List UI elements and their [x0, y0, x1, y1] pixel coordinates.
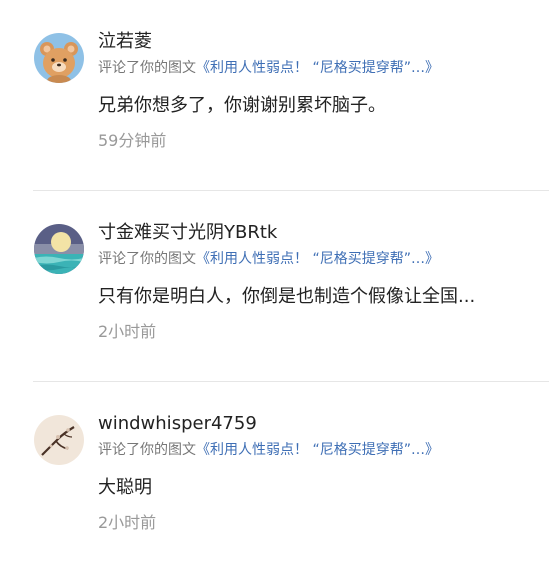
- article-link[interactable]: 《利用人性弱点！ “尼格买提穿帮”…》: [196, 251, 439, 267]
- notification-item[interactable]: 泣若菱 评论了你的图文《利用人性弱点！ “尼格买提穿帮”…》 兄弟你想多了，你谢…: [0, 0, 549, 191]
- activity-meta: 评论了你的图文《利用人性弱点！ “尼格买提穿帮”…》: [98, 249, 439, 269]
- timestamp: 2小时前: [98, 513, 157, 532]
- article-title: 利用人性弱点！ “尼格买提穿帮”…: [210, 60, 425, 76]
- article-link[interactable]: 《利用人性弱点！ “尼格买提穿帮”…》: [196, 442, 439, 458]
- comment-text[interactable]: 只有你是明白人，你倒是也制造个假像让全国...: [98, 284, 475, 310]
- notification-item[interactable]: 寸金难买寸光阴YBRtk 评论了你的图文《利用人性弱点！ “尼格买提穿帮”…》 …: [0, 191, 549, 382]
- open-quote: 《: [196, 251, 210, 267]
- open-quote: 《: [196, 442, 210, 458]
- article-title: 利用人性弱点！ “尼格买提穿帮”…: [210, 442, 425, 458]
- action-text: 评论了你的图文: [98, 442, 196, 458]
- close-quote: 》: [424, 60, 439, 76]
- bear-avatar-icon[interactable]: [34, 33, 84, 83]
- close-quote: 》: [424, 251, 439, 267]
- action-text: 评论了你的图文: [98, 60, 196, 76]
- activity-meta: 评论了你的图文《利用人性弱点！ “尼格买提穿帮”…》: [98, 58, 439, 78]
- moon-sea-avatar-icon[interactable]: [34, 224, 84, 274]
- notification-list: 泣若菱 评论了你的图文《利用人性弱点！ “尼格买提穿帮”…》 兄弟你想多了，你谢…: [0, 0, 549, 538]
- username[interactable]: 泣若菱: [98, 30, 152, 54]
- notification-item[interactable]: windwhisper4759 评论了你的图文《利用人性弱点！ “尼格买提穿帮”…: [0, 382, 549, 573]
- timestamp: 59分钟前: [98, 131, 167, 150]
- close-quote: 》: [424, 442, 439, 458]
- article-link[interactable]: 《利用人性弱点！ “尼格买提穿帮”…》: [196, 60, 439, 76]
- open-quote: 《: [196, 60, 210, 76]
- action-text: 评论了你的图文: [98, 251, 196, 267]
- article-title: 利用人性弱点！ “尼格买提穿帮”…: [210, 251, 425, 267]
- username[interactable]: windwhisper4759: [98, 412, 257, 436]
- timestamp: 2小时前: [98, 322, 157, 341]
- activity-meta: 评论了你的图文《利用人性弱点！ “尼格买提穿帮”…》: [98, 440, 439, 460]
- comment-text[interactable]: 大聪明: [98, 475, 152, 501]
- comment-text[interactable]: 兄弟你想多了，你谢谢别累坏脑子。: [98, 93, 386, 119]
- plum-branch-avatar-icon[interactable]: [34, 415, 84, 465]
- username[interactable]: 寸金难买寸光阴YBRtk: [98, 221, 277, 245]
